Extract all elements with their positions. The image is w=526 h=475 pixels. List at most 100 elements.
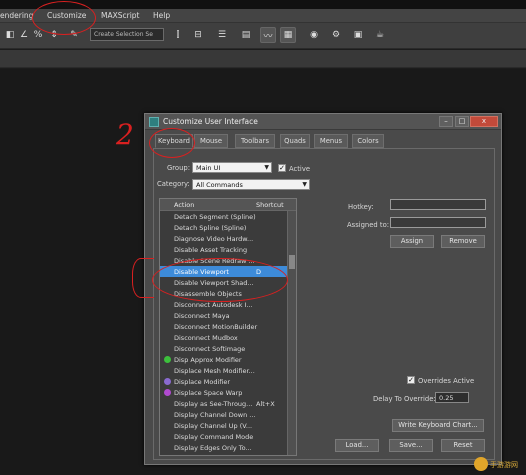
action-name: Detach Spline (Spline) (174, 224, 247, 232)
render-setup-icon[interactable]: ⚙ (328, 27, 344, 43)
group-label: Group: (167, 164, 190, 172)
menu-help[interactable]: Help (153, 11, 170, 20)
category-label: Category: (157, 180, 190, 188)
annotation-circle-customize (32, 1, 96, 35)
align-icon[interactable]: ⊟ (190, 27, 206, 43)
watermark-bubble-icon (474, 457, 488, 471)
group-value: Main UI (196, 164, 221, 172)
action-list[interactable]: Action Shortcut Detach Segment (Spline) D… (159, 198, 297, 456)
action-name: Disconnect MotionBuilder (174, 323, 258, 331)
action-name: Display Edges Only To... (174, 444, 252, 452)
list-item[interactable]: Disable Asset Tracking (160, 244, 288, 255)
list-item[interactable]: Diagnose Video Hardw... (160, 233, 288, 244)
list-scrollbar[interactable] (287, 211, 296, 455)
action-name: Display as See-Throug... (174, 400, 253, 408)
material-editor-icon[interactable]: ◉ (306, 27, 322, 43)
maximize-icon[interactable]: □ (455, 116, 469, 127)
menu-maxscript[interactable]: MAXScript (101, 11, 140, 20)
watermark-text: 手游游网 (490, 461, 518, 469)
action-name: Disconnect Mudbox (174, 334, 238, 342)
action-name: Displace Modifier (174, 378, 231, 386)
list-item[interactable]: Disp Approx Modifier (160, 354, 288, 365)
save-button[interactable]: Save... (389, 439, 433, 452)
list-item[interactable]: Displace Modifier (160, 376, 288, 387)
modifier-icon (164, 378, 171, 385)
delay-override-label: Delay To Override: (373, 395, 436, 403)
render-icon[interactable]: ☕ (372, 27, 388, 43)
list-item[interactable]: Display Channel Down ... (160, 409, 288, 420)
tab-colors[interactable]: Colors (352, 134, 384, 148)
tab-toolbars[interactable]: Toolbars (235, 134, 275, 148)
modifier-icon (164, 389, 171, 396)
active-label: Active (289, 165, 311, 173)
list-item[interactable]: Display Command Mode (160, 431, 288, 442)
curve-editor-icon[interactable]: 〰 (260, 27, 276, 43)
tab-mouse[interactable]: Mouse (194, 134, 228, 148)
action-name: Diagnose Video Hardw... (174, 235, 254, 243)
chevron-down-icon: ▼ (264, 164, 269, 171)
hotkey-label: Hotkey: (348, 203, 374, 211)
list-item[interactable]: Disconnect Mudbox (160, 332, 288, 343)
category-dropdown[interactable]: All Commands ▼ (192, 179, 310, 190)
reset-button[interactable]: Reset (441, 439, 485, 452)
list-item[interactable]: Detach Segment (Spline) (160, 211, 288, 222)
tab-menus[interactable]: Menus (314, 134, 348, 148)
dialog-titlebar[interactable]: Customize User Interface – □ x (145, 114, 501, 130)
minimize-icon[interactable]: – (439, 116, 453, 127)
tab-quads[interactable]: Quads (280, 134, 310, 148)
chevron-down-icon: ▼ (302, 181, 307, 188)
assigned-to-field (390, 217, 486, 228)
dialog-title: Customize User Interface (163, 117, 258, 126)
assigned-to-label: Assigned to: (347, 221, 390, 229)
layer-manager-icon[interactable]: ☰ (214, 27, 230, 43)
category-value: All Commands (196, 181, 243, 189)
list-item[interactable]: Disconnect Softimage (160, 343, 288, 354)
close-button[interactable]: x (470, 116, 498, 127)
column-action[interactable]: Action (174, 201, 194, 209)
list-item[interactable]: Disconnect Maya (160, 310, 288, 321)
hotkey-field[interactable] (390, 199, 486, 210)
action-name: Disconnect Softimage (174, 345, 246, 353)
list-item[interactable]: Display Channel Up (V... (160, 420, 288, 431)
assign-button[interactable]: Assign (390, 235, 434, 248)
action-name: Disconnect Maya (174, 312, 230, 320)
list-item[interactable]: Displace Space Warp (160, 387, 288, 398)
scrollbar-thumb[interactable] (289, 255, 295, 269)
group-dropdown[interactable]: Main UI ▼ (192, 162, 272, 173)
annotation-circle-disable-viewport (152, 258, 288, 302)
app-icon (149, 117, 159, 127)
list-item[interactable]: Disconnect MotionBuilder (160, 321, 288, 332)
write-keyboard-chart-button[interactable]: Write Keyboard Chart... (392, 419, 484, 432)
action-name: Display Channel Up (V... (174, 422, 253, 430)
selection-set-dropdown[interactable]: Create Selection Se (90, 28, 164, 41)
action-name: Detach Segment (Spline) (174, 213, 256, 221)
action-shortcut: Alt+X (256, 400, 275, 408)
mirror-icon[interactable]: ⫿ (170, 27, 186, 43)
annotation-bracket (132, 258, 154, 298)
annotation-number-2: 2 (116, 118, 134, 151)
delay-override-input[interactable]: 0.25 (435, 392, 469, 403)
action-name: Displace Mesh Modifier... (174, 367, 255, 375)
active-checkbox[interactable]: ✓ (278, 164, 286, 172)
action-name: Disable Asset Tracking (174, 246, 248, 254)
action-name: Disp Approx Modifier (174, 356, 242, 364)
menu-rendering[interactable]: endering (0, 11, 33, 20)
watermark-logo: 手游游网 (474, 457, 520, 471)
overrides-active-checkbox[interactable]: ✓ (407, 376, 415, 384)
ribbon-strip (0, 50, 526, 68)
list-item[interactable]: Detach Spline (Spline) (160, 222, 288, 233)
action-name: Disconnect Autodesk I... (174, 301, 253, 309)
list-item[interactable]: Display as See-Throug... Alt+X (160, 398, 288, 409)
list-item[interactable]: Displace Mesh Modifier... (160, 365, 288, 376)
remove-button[interactable]: Remove (441, 235, 485, 248)
schematic-view-icon[interactable]: ▦ (280, 27, 296, 43)
load-button[interactable]: Load... (335, 439, 379, 452)
list-item[interactable]: Display Edges Only To... (160, 442, 288, 453)
annotation-circle-keyboard-tab (149, 128, 195, 158)
column-shortcut[interactable]: Shortcut (256, 201, 284, 209)
modifier-icon (164, 356, 171, 363)
rendered-frame-icon[interactable]: ▣ (350, 27, 366, 43)
graphite-ribbon-icon[interactable]: ▤ (238, 27, 254, 43)
action-name: Display Command Mode (174, 433, 254, 441)
action-name: Displace Space Warp (174, 389, 243, 397)
